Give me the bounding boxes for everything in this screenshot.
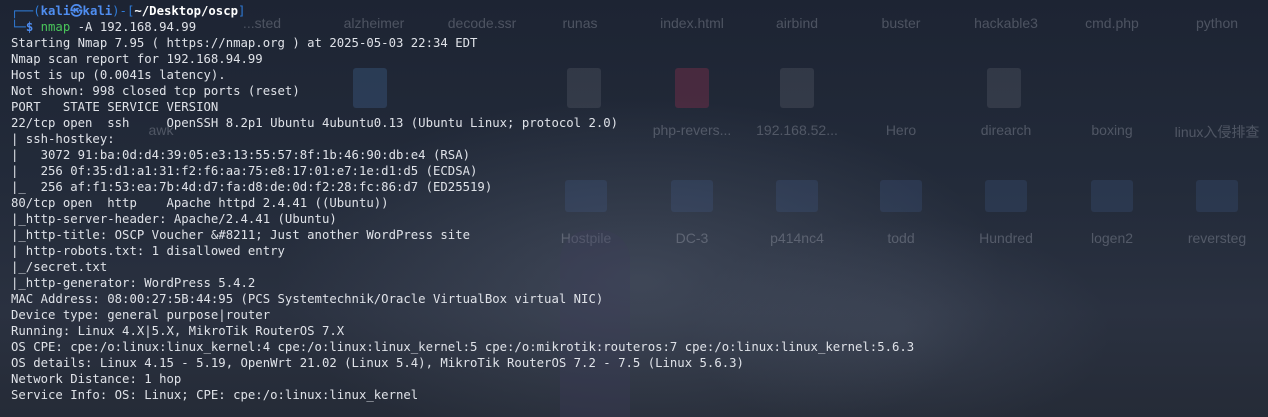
prompt-line-top: ┌──(kali㉿kali)-[~/Desktop/oscp] — [11, 3, 1268, 19]
prompt-dollar: $ — [25, 20, 34, 34]
output-line: | ssh-hostkey: — [11, 132, 115, 146]
output-line: Service Info: OS: Linux; CPE: cpe:/o:lin… — [11, 388, 419, 402]
command-args: -A 192.168.94.99 — [70, 20, 197, 34]
output-line: | 256 0f:35:d1:a1:31:f2:f6:aa:75:e8:17:0… — [11, 164, 478, 178]
output-line: Running: Linux 4.X|5.X, MikroTik RouterO… — [11, 324, 345, 338]
prompt-user-host: kali㉿kali — [40, 4, 113, 18]
output-line: Network Distance: 1 hop — [11, 372, 182, 386]
prompt-frame-bottom: └─ — [11, 20, 26, 34]
output-line: | 3072 91:ba:0d:d4:39:05:e3:13:55:57:8f:… — [11, 148, 471, 162]
prompt-frame-mid: )-[ — [112, 4, 135, 18]
terminal-window[interactable]: ┌──(kali㉿kali)-[~/Desktop/oscp] └─$ nmap… — [0, 0, 1268, 417]
output-line: |_ 256 af:f1:53:ea:7b:4d:d7:fa:d8:de:0d:… — [11, 180, 493, 194]
output-line: Host is up (0.0041s latency). — [11, 68, 226, 82]
prompt-frame-end: ] — [238, 4, 246, 18]
output-line: | http-robots.txt: 1 disallowed entry — [11, 244, 285, 258]
output-line: Starting Nmap 7.95 ( https://nmap.org ) … — [11, 36, 478, 50]
output-line: OS details: Linux 4.15 - 5.19, OpenWrt 2… — [11, 356, 744, 370]
prompt-frame-top: ┌──( — [11, 4, 41, 18]
output-line: MAC Address: 08:00:27:5B:44:95 (PCS Syst… — [11, 292, 604, 306]
prompt-cwd: ~/Desktop/oscp — [134, 4, 239, 18]
output-line: Device type: general purpose|router — [11, 308, 271, 322]
output-line: PORT STATE SERVICE VERSION — [11, 100, 219, 114]
output-line: Not shown: 998 closed tcp ports (reset) — [11, 84, 300, 98]
output-line: |_/secret.txt — [11, 260, 108, 274]
output-line: |_http-server-header: Apache/2.4.41 (Ubu… — [11, 212, 337, 226]
command-name: nmap — [40, 20, 71, 34]
output-line: |_http-title: OSCP Voucher &#8211; Just … — [11, 228, 471, 242]
output-line: 80/tcp open http Apache httpd 2.4.41 ((U… — [11, 196, 389, 210]
output-line: OS CPE: cpe:/o:linux:linux_kernel:4 cpe:… — [11, 340, 915, 354]
output-line: |_http-generator: WordPress 5.4.2 — [11, 276, 256, 290]
output-line: 22/tcp open ssh OpenSSH 8.2p1 Ubuntu 4ub… — [11, 116, 619, 130]
output-line: Nmap scan report for 192.168.94.99 — [11, 52, 263, 66]
prompt-line-command[interactable]: └─$ nmap -A 192.168.94.99 — [11, 19, 1268, 35]
